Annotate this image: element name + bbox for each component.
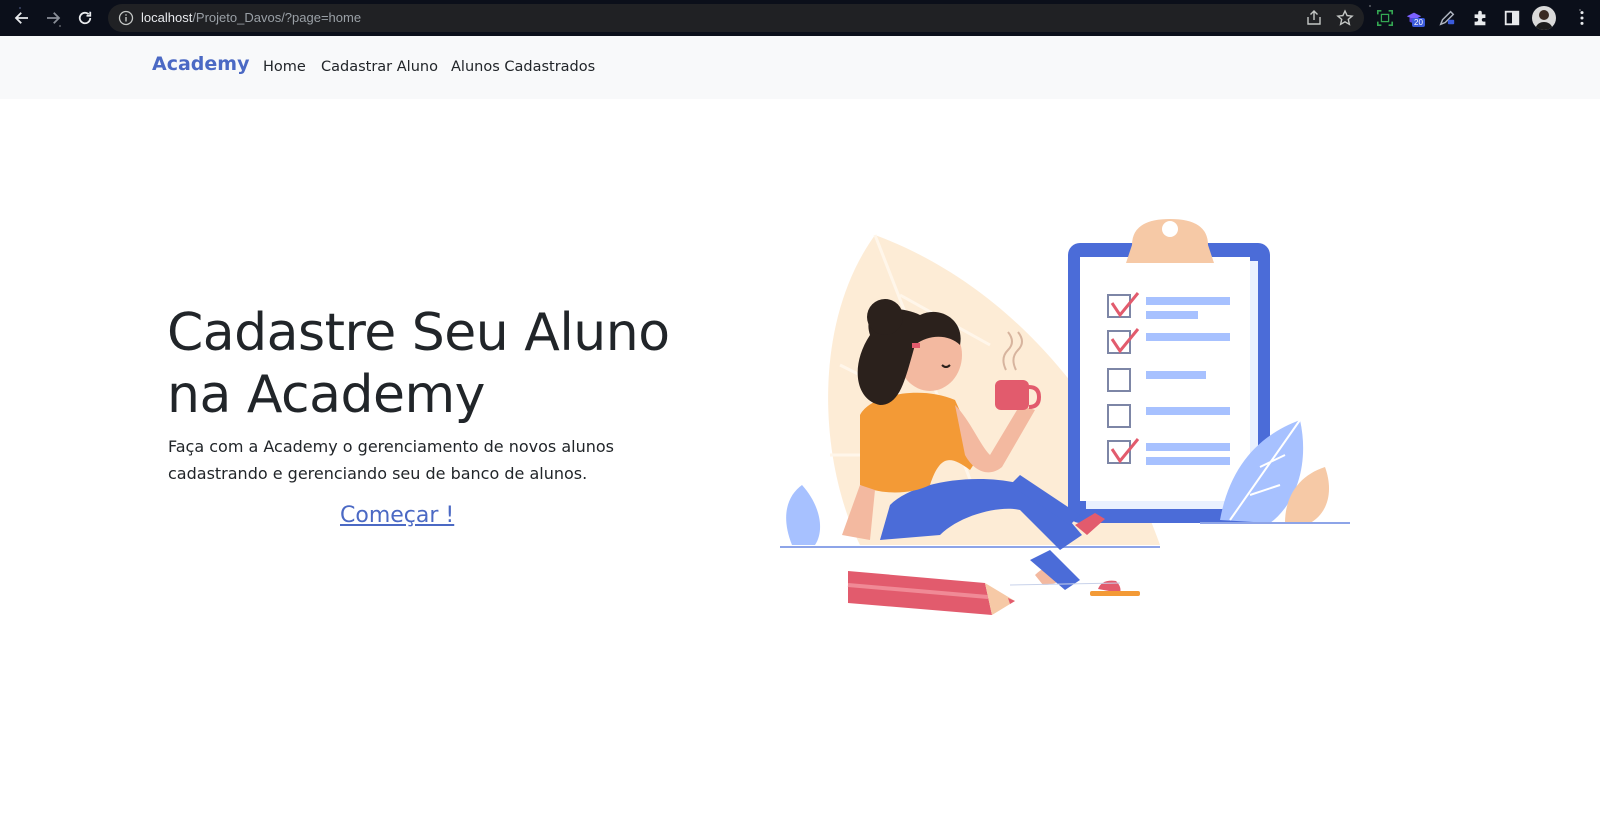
start-link[interactable]: Começar ! [340, 503, 454, 528]
brand-link[interactable]: Academy [152, 53, 249, 75]
puzzle-icon[interactable] [1470, 8, 1490, 28]
extension-icon[interactable]: 20 [1404, 8, 1425, 28]
screenshot-icon[interactable] [1375, 8, 1395, 28]
kebab-menu-icon[interactable] [1572, 8, 1592, 28]
nav-link-home[interactable]: Home [263, 59, 306, 75]
star-icon[interactable] [1336, 9, 1354, 27]
forward-arrow-icon[interactable] [41, 6, 65, 30]
share-icon[interactable] [1305, 9, 1323, 27]
pen-icon[interactable] [1437, 8, 1457, 28]
extension-badge: 20 [1412, 18, 1425, 27]
reload-icon[interactable] [73, 6, 97, 30]
nav-link-cadastrar-aluno[interactable]: Cadastrar Aluno [321, 59, 438, 75]
avatar[interactable] [1532, 6, 1556, 30]
hero-title: Cadastre Seu Aluno na Academy [167, 303, 670, 425]
hero-illustration [780, 219, 1350, 615]
url-host: localhost [141, 10, 193, 25]
hero-subtitle: Faça com a Academy o gerenciamento de no… [168, 437, 614, 483]
url-text[interactable]: localhost/Projeto_Davos/?page=home [141, 10, 361, 25]
nav-link-alunos-cadastrados[interactable]: Alunos Cadastrados [451, 59, 595, 75]
info-icon[interactable] [118, 10, 134, 26]
address-bar[interactable]: localhost/Projeto_Davos/?page=home [108, 4, 1364, 32]
sidebar-icon[interactable] [1502, 8, 1522, 28]
url-path: /Projeto_Davos/?page=home [192, 10, 362, 25]
back-arrow-icon[interactable] [10, 6, 34, 30]
browser-toolbar: localhost/Projeto_Davos/?page=home 20 [0, 0, 1600, 36]
pencil [847, 571, 1015, 615]
site-navbar: Academy Home Cadastrar Aluno Alunos Cada… [0, 36, 1600, 99]
